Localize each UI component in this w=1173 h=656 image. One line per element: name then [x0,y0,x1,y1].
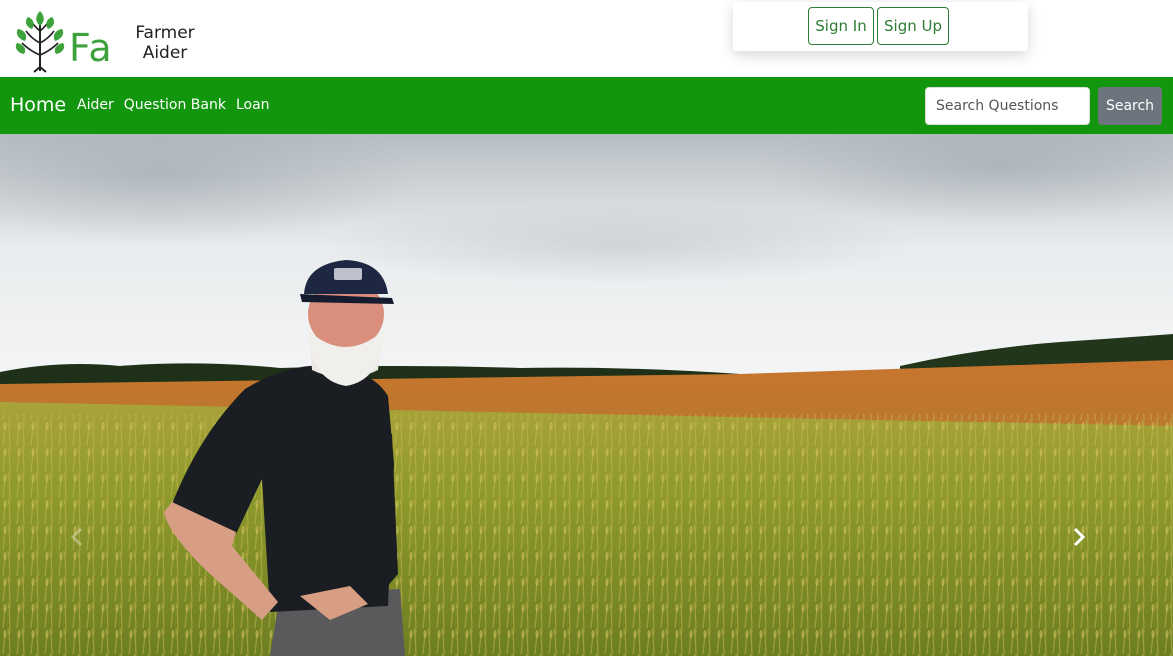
sign-up-button[interactable]: Sign Up [877,7,949,45]
nav-link-loan[interactable]: Loan [236,77,270,134]
chevron-left-icon [70,527,83,547]
top-header: Fa Farmer Aider Sign In Sign Up [0,0,1173,77]
nav-links: Aider Question Bank Loan [77,77,280,134]
logo-line-1: Farmer [135,23,195,43]
search-button[interactable]: Search [1098,87,1162,125]
hero-image [0,134,1173,656]
logo-line-2: Aider [142,43,188,63]
logo-letters: Fa [69,26,113,70]
search-input[interactable] [925,87,1090,125]
nav-link-question-bank[interactable]: Question Bank [124,77,226,134]
wheat-tree-icon [15,11,65,73]
nav-home-link[interactable]: Home [10,77,66,134]
chevron-right-icon [1073,527,1086,547]
site-logo[interactable]: Fa Farmer Aider [14,9,204,73]
hero-carousel [0,134,1173,656]
main-navbar: Home Aider Question Bank Loan Search [0,77,1173,134]
logo-wordmark: Farmer Aider [125,23,205,63]
nav-link-aider[interactable]: Aider [77,77,114,134]
sign-in-button[interactable]: Sign In [808,7,874,45]
carousel-prev-button[interactable] [70,527,100,563]
auth-panel: Sign In Sign Up [733,2,1028,51]
carousel-next-button[interactable] [1072,527,1102,563]
